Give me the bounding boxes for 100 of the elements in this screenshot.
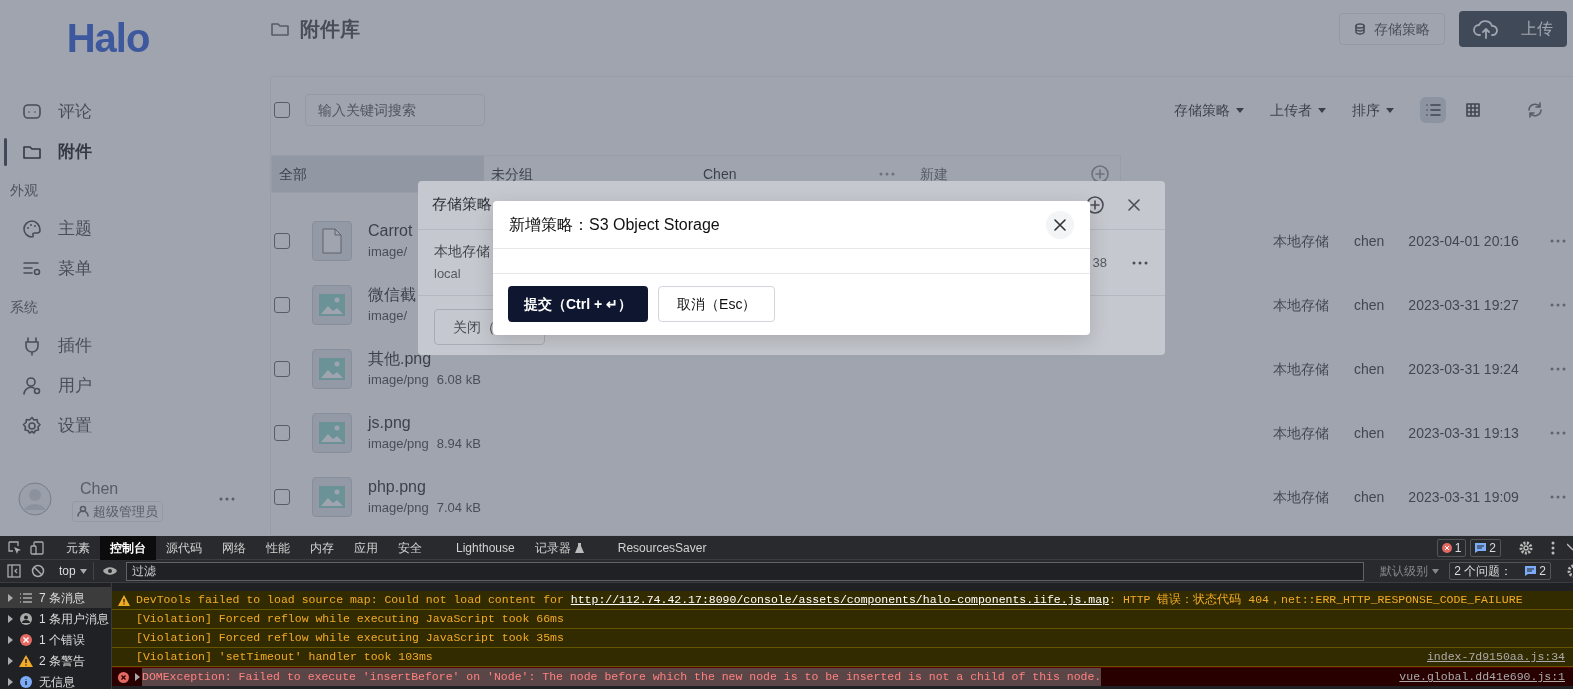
violation-message: [Violation] Forced reflow while executing JavaScript took 66ms [136,611,564,628]
warning-icon [118,594,130,606]
close-icon[interactable] [1127,198,1141,212]
devtools-tab[interactable]: 记录器 [524,535,594,560]
console-filter-item[interactable]: 7 条消息 [0,587,111,608]
more-icon[interactable] [1548,365,1567,373]
select-all-checkbox[interactable] [274,102,290,118]
devtools-tab[interactable]: Lighthouse [446,535,525,560]
expand-icon [8,593,13,602]
add-icon[interactable] [1085,195,1105,215]
devtools-tab[interactable]: 性能 [256,535,300,560]
more-icon[interactable] [1548,301,1567,309]
policy-id: local [434,265,462,284]
eye-icon[interactable] [101,566,118,576]
storage-policy-button[interactable]: 存储策略 [1339,13,1445,45]
settings-icon[interactable] [1519,540,1533,555]
file-type: image/png [368,434,429,453]
filter-dropdown[interactable]: 排序 [1352,99,1394,121]
section-heading: 系统 [9,298,39,317]
expand-icon [8,614,13,623]
devtools-tab[interactable]: 内存 [300,535,344,560]
search-field[interactable]: 输入关键词搜索 [305,94,485,126]
clear-console-icon[interactable] [31,564,45,578]
device-icon[interactable] [30,540,44,555]
refresh-icon[interactable] [1526,101,1544,119]
nav-item[interactable]: 插件 [0,326,256,366]
sidebar-toggle-icon[interactable] [7,564,21,578]
row-checkbox[interactable] [274,297,290,313]
more-icon[interactable] [1548,429,1567,437]
owner: chen [1354,487,1385,507]
page-title: 附件库 [300,17,360,42]
filter-dropdown[interactable]: 存储策略 [1174,99,1244,121]
role-label: 超级管理员 [93,502,158,521]
context-dropdown[interactable]: top [53,562,94,580]
row-checkbox[interactable] [274,361,290,377]
devtools-tab[interactable]: 应用 [344,535,388,560]
error-counter[interactable]: 1 [1436,538,1467,557]
list-icon [19,591,33,604]
file-name[interactable]: js.png [368,412,1048,434]
cancel-button[interactable]: 取消（Esc） [658,286,776,322]
view-toggle[interactable] [1420,97,1446,123]
file-name[interactable]: php.png [368,476,1048,498]
row-checkbox[interactable] [274,233,290,249]
expand-icon [8,635,13,644]
console-filter-item[interactable]: 2 条警告 [0,650,111,671]
row-checkbox[interactable] [274,489,290,505]
source-link[interactable]: index-7d9150aa.js:34 [1426,648,1565,666]
caret-icon [1432,568,1440,574]
nav-item[interactable]: 用户 [0,366,256,406]
expand-icon[interactable] [135,673,140,681]
devtools-tab[interactable]: 元素 [56,535,100,560]
filter-dropdown[interactable]: 上传者 [1270,99,1326,121]
source-map-link[interactable]: http://112.74.42.17:8090/console/assets/components/halo-components.iife.js.map [570,593,1110,607]
chat-bubble-icon [22,102,42,122]
submit-button[interactable]: 提交（Ctrl + ↵） [508,286,649,322]
owner: chen [1354,359,1385,379]
devtools-tab[interactable]: 安全 [388,535,432,560]
settings-icon[interactable] [1567,564,1573,578]
file-size: 7.04 kB [436,498,481,517]
user-name: Chen [80,478,120,499]
more-icon[interactable] [1548,237,1567,245]
file-type: image/png [368,370,429,389]
cloud-upload-icon [1473,18,1499,40]
console-filter-item[interactable]: 1 个错误 [0,629,111,650]
devtools-tab[interactable]: 源代码 [156,535,212,560]
count: 2 [1489,539,1496,557]
log-level-dropdown[interactable]: 默认级别 [1364,562,1448,580]
section-heading: 外观 [9,181,39,200]
upload-time: 2023-04-01 20:16 [1408,231,1519,251]
close-button[interactable] [1046,210,1074,239]
settings-icon [22,416,42,436]
devtools-tab[interactable]: 网络 [212,535,256,560]
flask-icon [574,542,584,553]
more-vertical-icon[interactable] [1551,540,1555,555]
caret-icon [1386,107,1394,113]
console-filter-item[interactable]: 1 条用户消息 [0,608,111,629]
dialog-title: 存储策略 [432,195,492,215]
devtools-tab[interactable]: ResourcesSaver [607,535,717,560]
console-filter-item[interactable]: 无信息 [0,671,111,689]
message-counter[interactable]: 2 [1470,538,1501,557]
storage-policy: 本地存储 [1273,423,1329,443]
expand-icon [8,656,13,665]
filter-field[interactable]: 过滤 [125,561,1365,581]
row-checkbox[interactable] [274,425,290,441]
issues-button[interactable]: 2 个问题： 2 [1449,562,1551,580]
group-tab[interactable]: 全部 [272,156,484,192]
inspect-icon[interactable] [8,540,22,555]
source-link[interactable]: vue.global.dd41e690.js:1 [1399,668,1565,686]
close-icon[interactable] [1567,542,1573,553]
policy-name: 本地存储 [434,242,490,262]
error-icon [118,671,129,683]
expand-icon [8,677,13,686]
devtools-tab[interactable]: 控制台 [100,535,156,560]
logo: Halo [66,18,150,62]
more-icon[interactable] [1548,493,1567,501]
list-icon [1424,101,1442,119]
message-icon [1475,542,1487,553]
upload-button[interactable]: 上传 [1459,11,1567,47]
warning-message: DevTools failed to load source map: Could not load content for http://112.74.42.17:8090/console/assets/components/halo-components.iife.js.map: HTTP 错误：状态代码 404，net::ERR_HTTP_RESPONSE_CODE_FAILURE [136,592,1523,609]
nav-item[interactable]: 附件 [0,132,256,172]
